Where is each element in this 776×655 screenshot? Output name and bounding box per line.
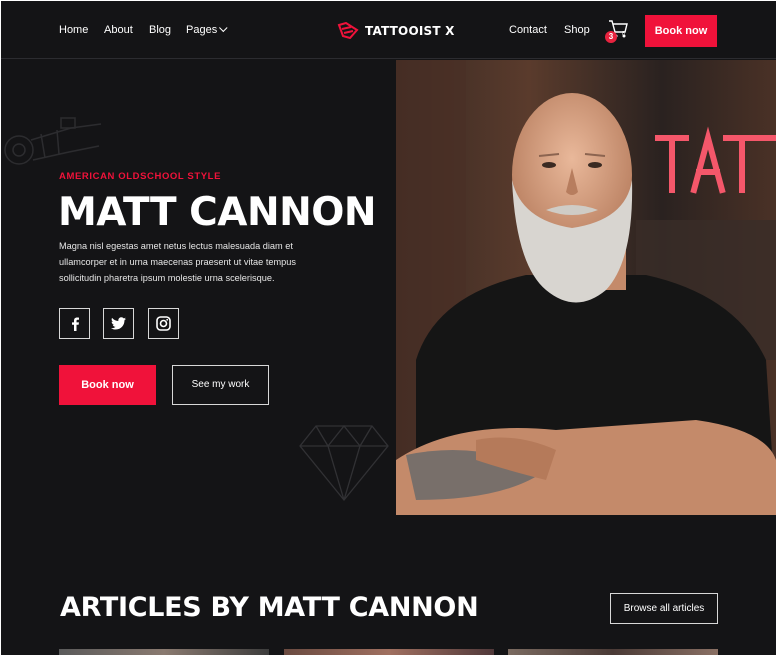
see-my-work-button[interactable]: See my work <box>172 365 269 405</box>
nav-book-now-button[interactable]: Book now <box>645 15 717 47</box>
artist-portrait-image <box>396 60 776 515</box>
twitter-button[interactable] <box>103 308 134 339</box>
hero-content: AMERICAN OLDSCHOOL STYLE MATT CANNON Mag… <box>1 60 396 515</box>
brand-logo[interactable]: TATTOOIST X <box>337 22 455 39</box>
nav-item-blog[interactable]: Blog <box>149 24 171 36</box>
instagram-icon <box>156 316 171 331</box>
hero-section: AMERICAN OLDSCHOOL STYLE MATT CANNON Mag… <box>1 60 776 515</box>
tattoo-logo-icon <box>337 22 359 39</box>
article-thumbnail[interactable] <box>508 649 718 655</box>
twitter-icon <box>111 317 126 330</box>
facebook-icon <box>71 317 79 331</box>
diamond-icon <box>299 424 389 502</box>
nav-item-about[interactable]: About <box>104 24 133 36</box>
page-frame: Home About Blog Pages TATTOOIST X Contac… <box>1 1 776 655</box>
articles-section-title: ARTICLES BY MATT CANNON <box>60 592 479 623</box>
nav-item-home[interactable]: Home <box>59 24 88 36</box>
cart-button[interactable]: 3 8 <box>605 19 629 43</box>
brand-name: TATTOOIST X <box>365 23 455 38</box>
nav-item-contact[interactable]: Contact <box>509 24 547 36</box>
hero-book-now-button[interactable]: Book now <box>59 365 156 405</box>
nav-item-pages[interactable]: Pages <box>186 23 228 36</box>
hero-description: Magna nisl egestas amet netus lectus mal… <box>59 241 296 283</box>
chevron-down-icon <box>219 23 228 33</box>
top-navbar: Home About Blog Pages TATTOOIST X Contac… <box>1 1 776 59</box>
facebook-button[interactable] <box>59 308 90 339</box>
browse-all-articles-button[interactable]: Browse all articles <box>610 593 718 624</box>
article-thumbnail[interactable] <box>284 649 494 655</box>
nav-item-shop[interactable]: Shop <box>564 24 590 36</box>
cart-count-small: 8 <box>622 31 625 37</box>
instagram-button[interactable] <box>148 308 179 339</box>
portrait-illustration <box>396 60 776 515</box>
article-thumbnail[interactable] <box>59 649 269 655</box>
nav-item-pages-label: Pages <box>186 24 218 36</box>
hero-kicker: AMERICAN OLDSCHOOL STYLE <box>59 171 222 182</box>
hero-title: MATT CANNON <box>58 190 377 235</box>
cart-count-badge: 3 <box>605 31 617 43</box>
